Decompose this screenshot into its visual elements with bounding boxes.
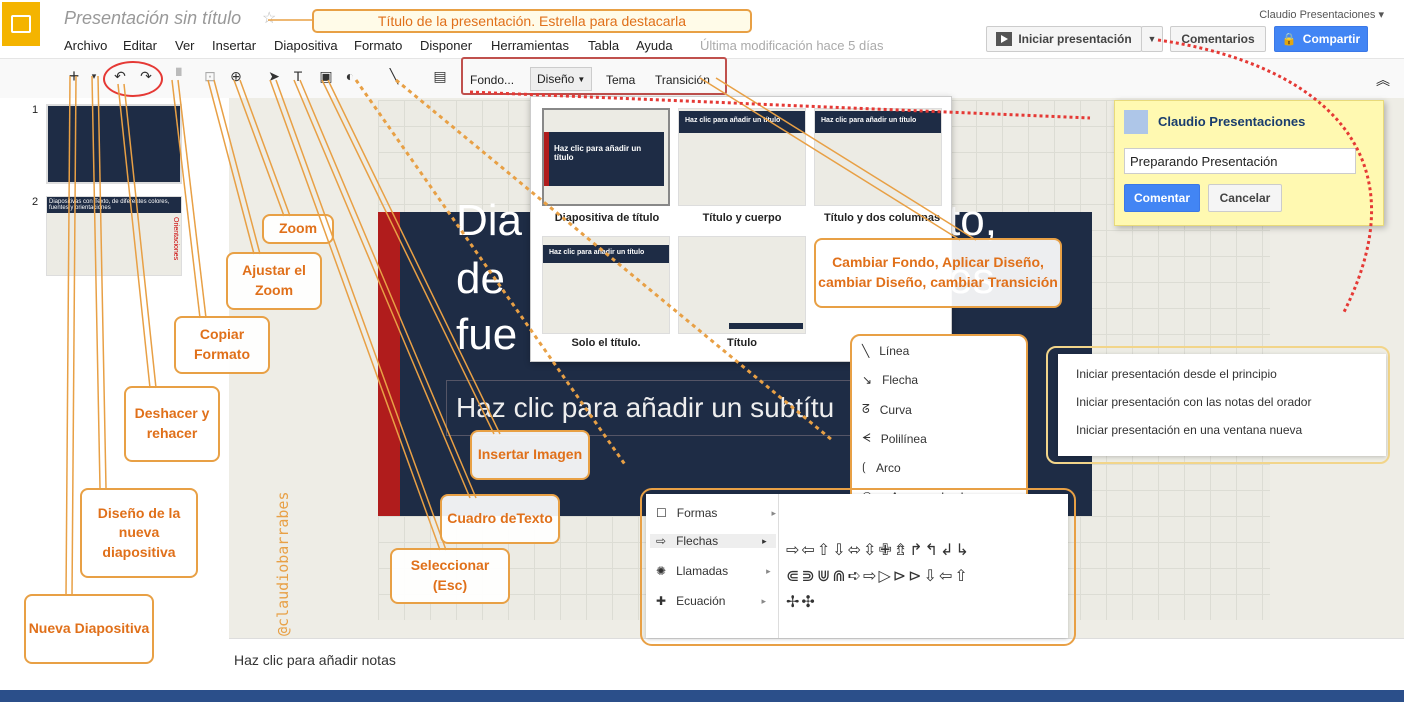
leader-line (207, 79, 255, 255)
leader-line (269, 79, 441, 551)
leader-line (293, 79, 471, 499)
leader-line (123, 83, 157, 389)
leader-line (117, 83, 151, 389)
arrow-path (469, 90, 1091, 120)
leader-line (177, 79, 207, 319)
leader-line (699, 77, 961, 241)
arrow-path (395, 78, 833, 442)
leader-line (275, 79, 447, 551)
leader-line (71, 75, 77, 597)
leader-line (715, 77, 977, 241)
annotation-lines (65, 19, 1374, 597)
leader-line (213, 79, 261, 255)
leader-line (299, 79, 477, 499)
arrow-path (1157, 38, 1374, 313)
leader-line (171, 79, 201, 319)
arrow-path (354, 79, 628, 467)
leader-line (65, 75, 71, 597)
leader-line (239, 79, 291, 217)
leader-line (233, 79, 285, 217)
leader-line (327, 79, 501, 435)
leader-line (321, 79, 495, 435)
